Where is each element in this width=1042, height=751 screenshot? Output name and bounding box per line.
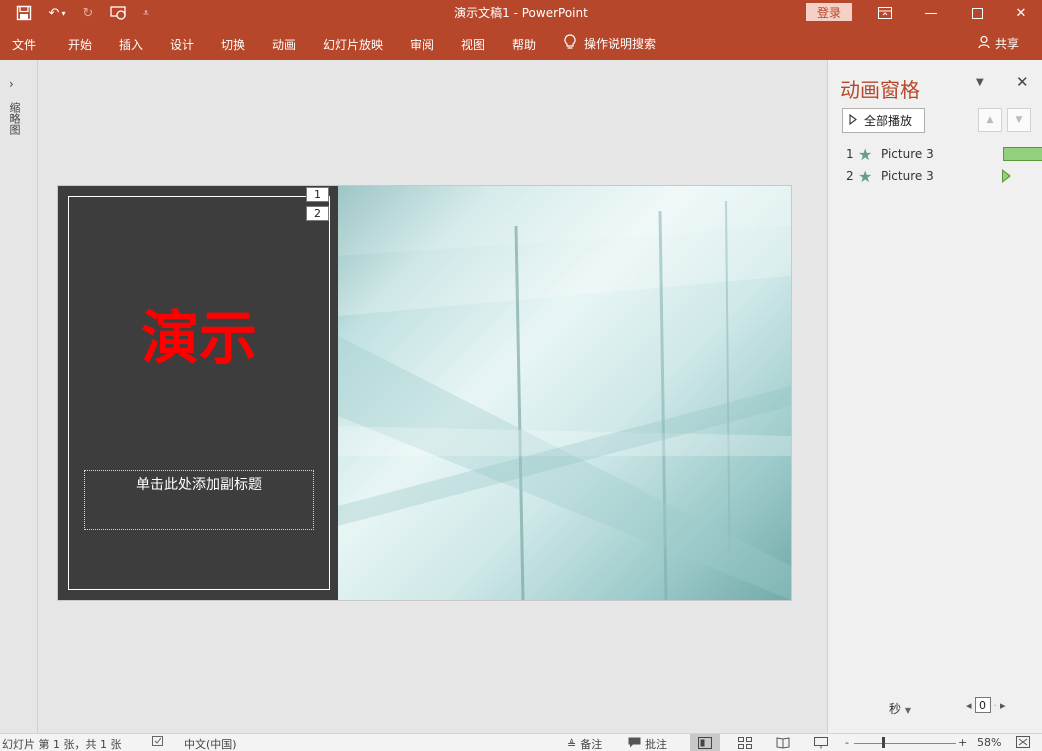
chevron-down-icon: ▼ <box>904 706 911 715</box>
timeline-marker[interactable] <box>1002 169 1011 183</box>
thumbnail-pane: › 缩略图 <box>0 60 38 733</box>
slide-title[interactable]: 演示 <box>68 291 330 375</box>
pane-title: 动画窗格 <box>840 78 920 102</box>
slide-editing-area: 演示 单击此处添加副标题 1 2 <box>39 60 826 733</box>
tell-me-label: 操作说明搜索 <box>584 37 657 51</box>
title-bar: ↶ ▾ ↻ ⩡ 演示文稿1 - PowerPoint 登录 — ✕ <box>0 0 1042 26</box>
animation-item-name: Picture 3 <box>881 169 934 183</box>
slide[interactable]: 演示 单击此处添加副标题 1 2 <box>58 186 791 600</box>
tab-file[interactable]: 文件 <box>12 36 36 53</box>
slide-sorter-icon[interactable] <box>730 734 760 751</box>
comment-icon <box>628 737 641 751</box>
accessibility-icon[interactable] <box>152 736 166 748</box>
normal-view-icon[interactable] <box>690 734 720 751</box>
timeline-right-icon[interactable]: ▸ <box>1000 699 1006 712</box>
redo-icon: ↻ <box>82 5 94 21</box>
tab-home[interactable]: 开始 <box>68 36 92 53</box>
timeline-zoom-control[interactable]: ◂ 0 · ▸ <box>966 697 1006 713</box>
seconds-label: 秒 <box>889 702 902 716</box>
share-label: 共享 <box>995 37 1020 51</box>
share-button[interactable]: 共享 <box>978 35 1019 52</box>
language-indicator[interactable]: 中文(中国) <box>184 736 237 751</box>
tab-slideshow[interactable]: 幻灯片放映 <box>323 36 383 53</box>
subtitle-placeholder[interactable]: 单击此处添加副标题 <box>84 470 314 530</box>
slideshow-view-icon[interactable] <box>806 734 836 751</box>
animation-order-tag[interactable]: 2 <box>306 206 329 221</box>
zoom-slider-track[interactable] <box>854 743 956 744</box>
star-effect-icon: ★ <box>858 144 873 164</box>
tab-help[interactable]: 帮助 <box>512 36 536 53</box>
customize-quick-access-icon[interactable]: ⩡ <box>138 3 154 23</box>
slide-border-frame <box>68 196 330 590</box>
animation-item-number: 1 <box>846 147 854 161</box>
minimize-icon[interactable]: — <box>908 0 954 26</box>
subtitle-placeholder-text: 单击此处添加副标题 <box>136 477 262 493</box>
status-bar: 幻灯片 第 1 张，共 1 张 中文(中国) ≜ 备注 批注 - + 58% <box>0 733 1042 751</box>
slide-info: 幻灯片 第 1 张，共 1 张 <box>2 738 122 751</box>
thumbnail-label[interactable]: 缩略图 <box>8 102 22 135</box>
star-effect-icon: ★ <box>858 166 873 186</box>
pane-options-icon[interactable]: ▼ <box>976 77 984 88</box>
notes-label: 备注 <box>580 738 603 751</box>
animation-list-item[interactable]: 2 ★ Picture 3 <box>846 166 1031 186</box>
undo-icon[interactable]: ↶ ▾ <box>42 3 72 23</box>
login-button[interactable]: 登录 <box>806 3 852 21</box>
comments-button[interactable]: 批注 <box>628 736 667 751</box>
zoom-in-button[interactable]: + <box>958 736 967 749</box>
expand-thumbnails-icon[interactable]: › <box>9 77 14 91</box>
tab-animations[interactable]: 动画 <box>272 36 296 53</box>
comments-label: 批注 <box>645 738 667 751</box>
play-icon <box>849 113 857 128</box>
notes-icon: ≜ <box>567 737 577 751</box>
animation-order-tag[interactable]: 1 <box>306 187 329 202</box>
lightbulb-icon <box>564 34 576 53</box>
save-icon[interactable] <box>12 3 36 23</box>
timeline-divider: · <box>993 698 998 712</box>
slide-picture[interactable] <box>338 186 791 600</box>
tell-me-search[interactable]: 操作说明搜索 <box>564 34 656 53</box>
tab-transitions[interactable]: 切换 <box>221 36 245 53</box>
reading-view-icon[interactable] <box>768 734 798 751</box>
timeline-value: 0 <box>974 697 991 713</box>
ribbon-tabs: 文件 开始 插入 设计 切换 动画 幻灯片放映 审阅 视图 帮助 操作说明搜索 … <box>0 26 1042 60</box>
tab-review[interactable]: 审阅 <box>410 36 434 53</box>
close-window-icon[interactable]: ✕ <box>998 0 1042 26</box>
play-all-label: 全部播放 <box>864 114 913 128</box>
tab-design[interactable]: 设计 <box>170 36 194 53</box>
notes-button[interactable]: ≜ 备注 <box>567 736 602 751</box>
person-icon <box>978 35 992 52</box>
timeline-left-icon[interactable]: ◂ <box>966 699 972 712</box>
tab-insert[interactable]: 插入 <box>119 36 143 53</box>
play-all-button[interactable]: 全部播放 <box>842 108 925 133</box>
tab-view[interactable]: 视图 <box>461 36 485 53</box>
animation-item-number: 2 <box>846 169 854 183</box>
move-up-icon[interactable]: ▲ <box>978 108 1002 132</box>
animation-item-name: Picture 3 <box>881 147 934 161</box>
ribbon-display-options-icon[interactable] <box>862 0 908 26</box>
fit-to-window-icon[interactable] <box>1016 736 1030 748</box>
zoom-out-button[interactable]: - <box>845 736 849 749</box>
zoom-level[interactable]: 58% <box>977 736 1001 749</box>
zoom-slider-thumb[interactable] <box>882 737 885 748</box>
animation-list-item[interactable]: 1 ★ Picture 3 <box>846 144 1042 164</box>
animation-pane: 动画窗格 ▼ ✕ 全部播放 ▲ ▼ 1 ★ Picture 3 2 ★ Pict… <box>827 60 1042 733</box>
timeline-bar[interactable] <box>1003 147 1042 161</box>
move-down-icon[interactable]: ▼ <box>1007 108 1031 132</box>
maximize-icon[interactable] <box>954 0 1000 26</box>
pane-close-icon[interactable]: ✕ <box>1016 73 1029 91</box>
start-slideshow-icon[interactable] <box>106 3 132 23</box>
seconds-dropdown[interactable]: 秒 ▼ <box>889 700 911 717</box>
